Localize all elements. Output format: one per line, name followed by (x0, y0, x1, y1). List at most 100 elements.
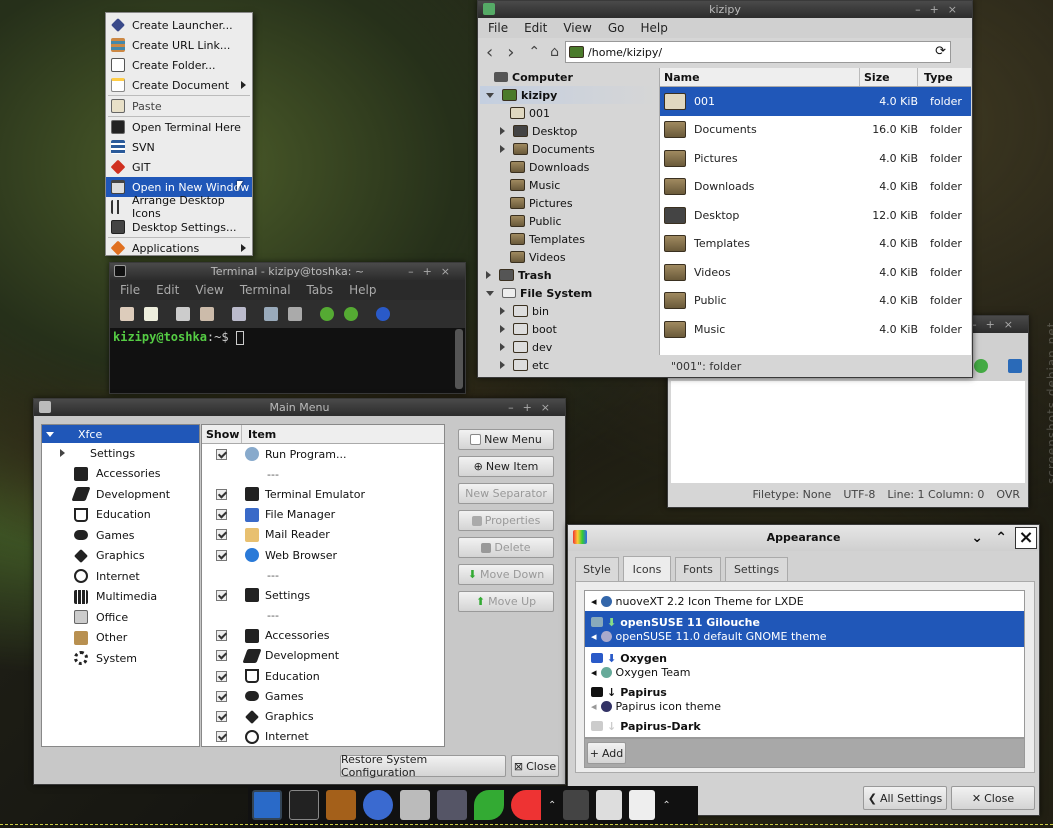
menu-svn[interactable]: SVN (106, 137, 252, 157)
menu-item-row[interactable]: Graphics (202, 706, 444, 726)
show-checkbox[interactable] (216, 731, 227, 743)
show-checkbox[interactable] (216, 711, 227, 723)
sidebar-filesystem[interactable]: File System (480, 284, 658, 302)
menu-item-row[interactable]: Games (202, 686, 444, 706)
tree-item-internet[interactable]: Internet (42, 566, 199, 587)
sidebar-item-templates[interactable]: Templates (480, 230, 658, 248)
menu-item-row[interactable]: Internet (202, 727, 444, 746)
tree-item-office[interactable]: Office (42, 607, 199, 628)
leaf-launcher-icon[interactable] (474, 790, 504, 820)
files-launcher-icon[interactable] (437, 790, 467, 820)
menu-item-row[interactable]: Settings (202, 585, 444, 605)
menu-item-row[interactable]: Accessories (202, 626, 444, 646)
close-icon[interactable]: × (1015, 527, 1037, 549)
show-checkbox[interactable] (216, 670, 227, 682)
terminal-scrollbar[interactable] (455, 329, 463, 389)
new-menu-button[interactable]: New Menu (458, 429, 554, 450)
forward-icon[interactable]: › (507, 42, 514, 63)
tab-style[interactable]: Style (575, 557, 619, 581)
separator-row[interactable]: --- (202, 464, 444, 484)
sidebar-item-videos[interactable]: Videos (480, 248, 658, 266)
expander-icon[interactable] (60, 449, 65, 457)
properties-button[interactable]: Properties (458, 510, 554, 531)
file-row[interactable]: Pictures 4.0 KiB folder (660, 144, 971, 173)
up-icon[interactable]: ⌃ (528, 44, 540, 60)
menu-item-row[interactable]: Mail Reader (202, 525, 444, 545)
help-icon[interactable] (376, 307, 390, 321)
editor-launcher-icon[interactable] (629, 790, 656, 820)
next-tab-icon[interactable] (344, 307, 358, 321)
office-launcher-icon[interactable] (511, 790, 541, 820)
sidebar-trash[interactable]: Trash (480, 266, 658, 284)
maximize-icon[interactable]: ⌃ (995, 525, 1007, 551)
move-down-button[interactable]: ⬇ Move Down (458, 564, 554, 585)
terminal-titlebar[interactable]: Terminal - kizipy@toshka: ~ –+× (110, 263, 465, 280)
show-checkbox[interactable] (216, 589, 227, 601)
separator-row[interactable]: --- (202, 606, 444, 626)
menu-applications[interactable]: Applications (106, 238, 252, 258)
reload-icon[interactable]: ⟳ (935, 44, 946, 59)
terminal-menu-edit[interactable]: Edit (156, 283, 179, 297)
window-controls[interactable]: –+× (508, 399, 559, 416)
minimize-icon[interactable]: ⌄ (971, 525, 983, 551)
preferences-icon[interactable] (288, 307, 302, 321)
column-size[interactable]: Size (860, 68, 918, 86)
sidebar-item-public[interactable]: Public (480, 212, 658, 230)
expander-icon[interactable] (500, 325, 505, 333)
new-item-button[interactable]: ⊕ New Item (458, 456, 554, 477)
file-manager-launcher-icon[interactable] (326, 790, 356, 820)
fm-menu-view[interactable]: View (563, 21, 591, 35)
tree-item-games[interactable]: Games (42, 525, 199, 546)
menu-item-row[interactable]: File Manager (202, 505, 444, 525)
tree-root-xfce[interactable]: Xfce (42, 425, 199, 443)
delete-button[interactable]: Delete (458, 537, 554, 558)
menu-item-row[interactable]: Terminal Emulator (202, 484, 444, 504)
previous-tab-icon[interactable] (320, 307, 334, 321)
file-row[interactable]: Desktop 12.0 KiB folder (660, 201, 971, 230)
tab-fonts[interactable]: Fonts (675, 557, 721, 581)
file-row[interactable]: Music 4.0 KiB folder (660, 315, 971, 344)
fm-menu-edit[interactable]: Edit (524, 21, 547, 35)
show-checkbox[interactable] (216, 488, 227, 500)
find-icon[interactable] (232, 307, 246, 321)
tree-item-other[interactable]: Other (42, 628, 199, 649)
tree-item-settings[interactable]: Settings (42, 443, 199, 464)
fullscreen-icon[interactable] (264, 307, 278, 321)
menu-create-launcher[interactable]: Create Launcher... (106, 15, 252, 35)
appearance-titlebar[interactable]: Appearance ⌄ ⌃ × (568, 525, 1039, 551)
tab-settings[interactable]: Settings (725, 557, 788, 581)
editor-text-area[interactable] (671, 381, 1025, 483)
tree-item-accessories[interactable]: Accessories (42, 464, 199, 485)
menu-open-terminal[interactable]: Open Terminal Here (106, 117, 252, 137)
menu-item-row[interactable]: Web Browser (202, 545, 444, 565)
theme-item[interactable]: ◂ nuoveXT 2.2 Icon Theme for LXDE (585, 591, 1024, 611)
expander-icon[interactable] (486, 92, 494, 98)
tree-item-development[interactable]: Development (42, 484, 199, 505)
sidebar-item-dev[interactable]: dev (480, 338, 658, 356)
file-manager-titlebar[interactable]: kizipy –+× (478, 1, 972, 18)
fm-menu-help[interactable]: Help (640, 21, 667, 35)
tab-icons[interactable]: Icons (623, 556, 671, 582)
new-separator-button[interactable]: New Separator (458, 483, 554, 504)
tree-item-multimedia[interactable]: Multimedia (42, 587, 199, 608)
show-checkbox[interactable] (216, 509, 227, 521)
paste-icon[interactable] (200, 307, 214, 321)
column-item[interactable]: Item (242, 425, 282, 443)
sidebar-item-bin[interactable]: bin (480, 302, 658, 320)
show-checkbox[interactable] (216, 630, 227, 642)
copy-icon[interactable] (176, 307, 190, 321)
expander-icon[interactable] (500, 145, 505, 153)
all-settings-button[interactable]: ❮ All Settings (863, 786, 947, 810)
sidebar-home[interactable]: kizipy (480, 86, 658, 104)
restore-system-button[interactable]: Restore System Configuration (340, 753, 506, 779)
menu-create-folder[interactable]: Create Folder... (106, 55, 252, 75)
chevron-up-icon[interactable]: ⌃ (662, 800, 670, 811)
theme-item[interactable]: ↓ Papirus-Dark (585, 717, 1024, 733)
chevron-up-icon[interactable]: ⌃ (548, 800, 556, 811)
sidebar-item-downloads[interactable]: Downloads (480, 158, 658, 176)
fm-menu-file[interactable]: File (488, 21, 508, 35)
search-launcher-icon[interactable] (400, 790, 430, 820)
sidebar-item-001[interactable]: 001 (480, 104, 658, 122)
home-icon[interactable]: ⌂ (550, 44, 559, 60)
window-controls[interactable]: –+× (915, 1, 966, 18)
